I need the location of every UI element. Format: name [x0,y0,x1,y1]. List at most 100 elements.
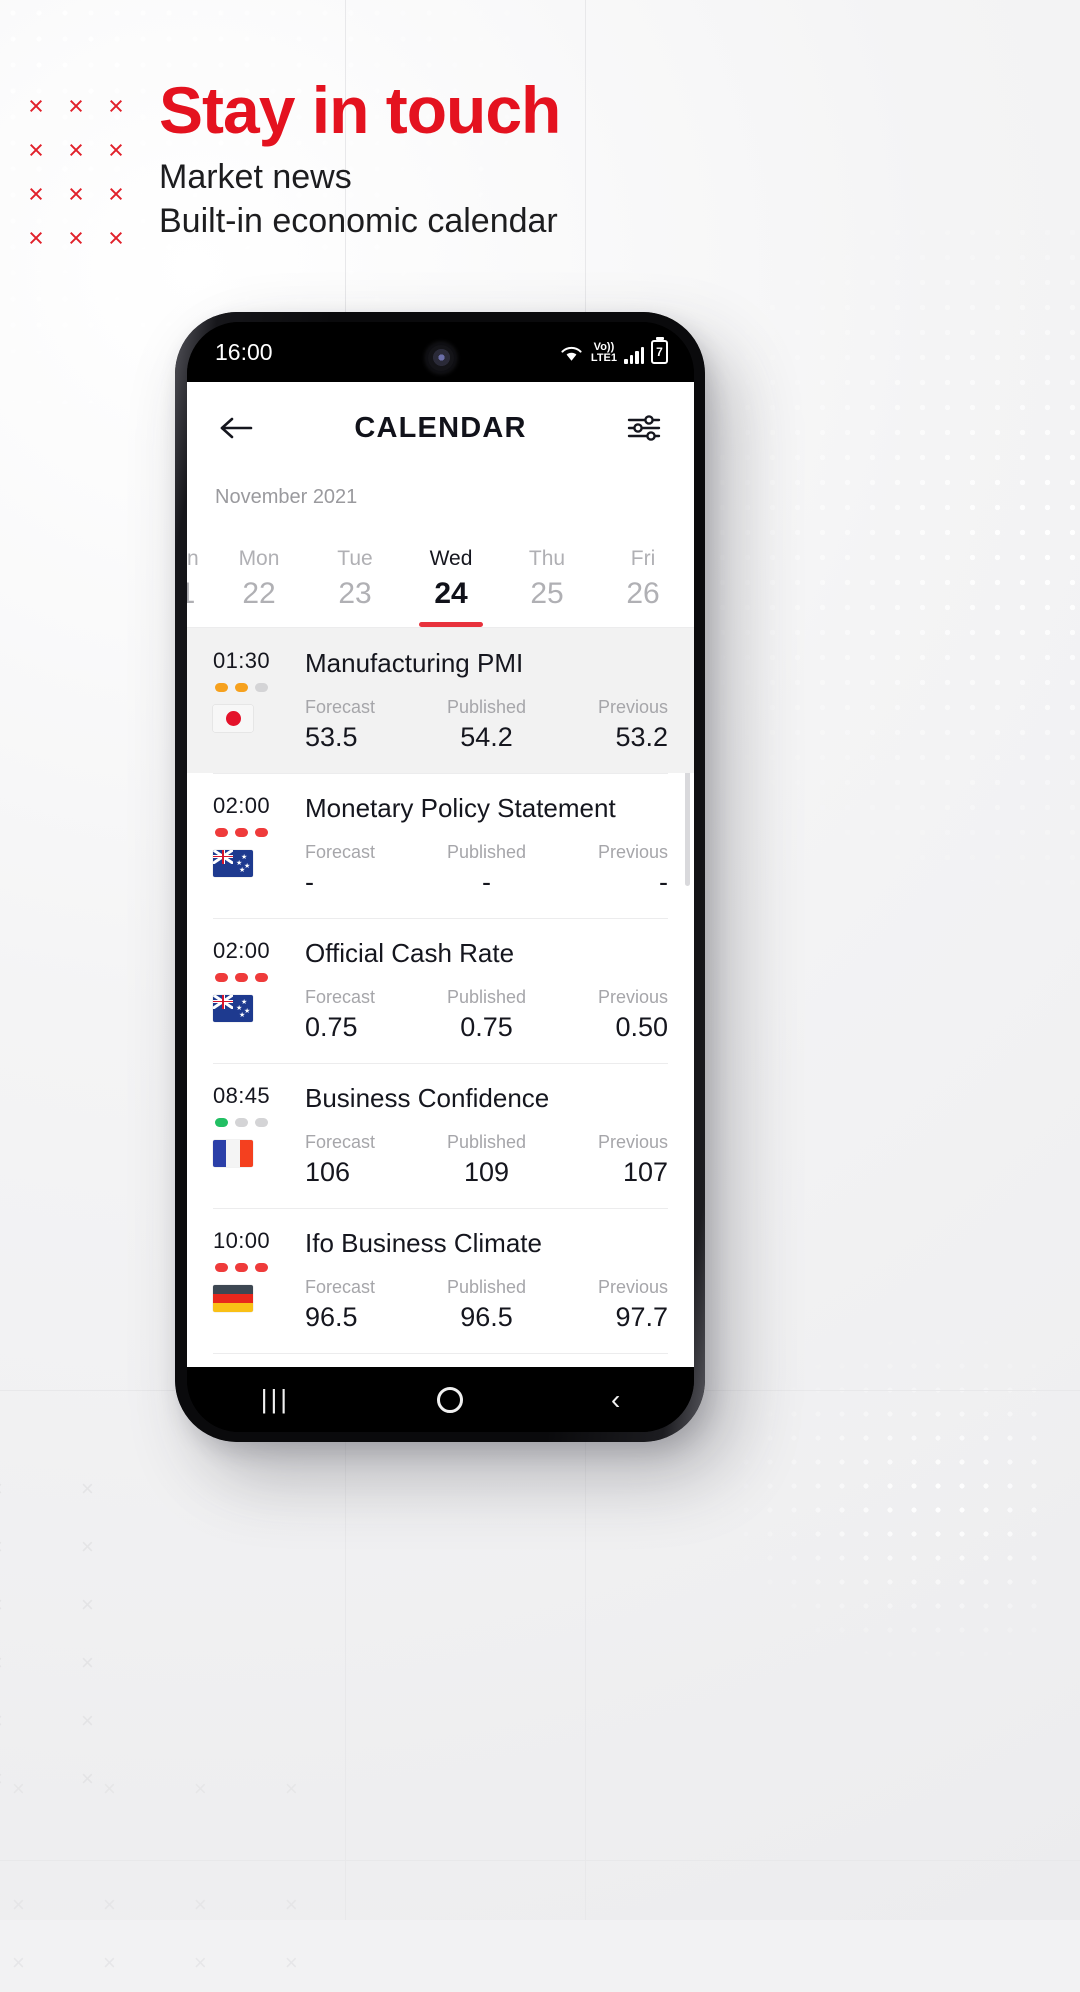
event-time: 01:30 [213,648,271,673]
event-row[interactable]: 08:45 Business Confidence Forecast 106 P… [187,1063,694,1208]
phone-screen: 16:00 Vo)) LTE1 7 CALENDAR November 2021… [187,322,694,1432]
previous-value: 107 [622,1157,668,1187]
wifi-icon [561,346,582,361]
previous-value: 97.7 [615,1302,668,1332]
x-icon: × [68,134,84,165]
promo-subtitle-market-news: Market news [159,158,352,196]
x-pattern-bottom: × × × × × × × × × × × × [12,1776,1080,1975]
calendar-day[interactable]: Fri 26 [595,547,691,627]
event-row[interactable]: 01:30 Manufacturing PMI Forecast 53.5 Pu… [187,628,694,773]
published-value: 96.5 [460,1302,513,1332]
day-of-week: Tue [337,547,373,570]
battery-icon: 7 [651,340,668,364]
published-value: 54.2 [460,722,513,752]
x-icon: × [28,134,44,165]
impact-indicator [215,973,293,982]
calendar-day[interactable]: S 2 [691,547,694,627]
calendar-day-strip[interactable]: un 1 Mon 22 Tue 23 Wed 24 Thu 25 [187,517,694,627]
day-of-week: Wed [429,547,473,570]
event-row[interactable]: 10:00 Ifo Business Climate Forecast 96.5 [187,1208,694,1353]
event-time: 02:00 [213,938,271,963]
flag-japan-icon [213,705,253,732]
published-cell: Published - [426,842,547,898]
battery-level-text: 7 [656,345,663,359]
day-of-week: Fri [630,547,656,570]
flag-germany-icon [213,1285,253,1312]
front-camera-icon [427,345,454,371]
published-label: Published [446,842,527,862]
forecast-label: Forecast [305,987,376,1007]
flag-france-icon [213,1140,253,1167]
published-cell: Published 0.75 [426,987,547,1043]
previous-label: Previous [597,987,668,1007]
day-number: 22 [242,577,276,610]
x-icon: × [68,178,84,209]
event-values: Forecast 0.75 Published 0.75 Previous 0.… [305,987,668,1043]
event-title: Official Cash Rate [305,938,515,968]
published-label: Published [446,1277,527,1297]
filter-button[interactable] [622,406,666,450]
day-of-week: Mon [238,547,280,570]
event-body: Manufacturing PMI Forecast 53.5 Publishe… [293,648,668,753]
published-cell: Published 54.2 [426,697,547,753]
forecast-value: - [305,867,314,897]
published-value: 109 [463,1157,510,1187]
event-body: Business Confidence Forecast 106 Publish… [293,1083,668,1188]
nav-back-button[interactable]: ‹ [611,1384,620,1416]
forecast-cell: Forecast - [305,842,426,898]
x-icon: × [108,134,124,165]
event-list[interactable]: 01:30 Manufacturing PMI Forecast 53.5 Pu… [187,628,694,1367]
event-row[interactable]: 12:00 CBI Factory Orders Index Forecast … [187,1353,694,1367]
day-of-week: Thu [528,547,566,570]
previous-cell: Previous - [547,842,668,898]
previous-label: Previous [597,1132,668,1152]
calendar-day[interactable]: Mon 22 [211,547,307,627]
arrow-left-icon [220,417,253,439]
home-button[interactable] [437,1386,464,1413]
phone-device: 16:00 Vo)) LTE1 7 CALENDAR November 2021… [175,312,705,1442]
calendar-day[interactable]: un 1 [187,547,211,627]
event-time: 10:00 [213,1228,271,1253]
event-body: Ifo Business Climate Forecast 96.5 Publi… [293,1228,668,1333]
event-values: Forecast - Published - Previous - [305,842,668,898]
calendar-day-selected[interactable]: Wed 24 [403,547,499,627]
event-meta: 08:45 [213,1083,293,1188]
forecast-value: 106 [305,1157,351,1187]
x-icon: × [108,178,124,209]
flag-new-zealand-icon: ★ ★ ★ ★ [213,995,253,1022]
forecast-cell: Forecast 0.75 [305,987,426,1043]
x-pattern-headline: × × × × × × × × × × × × [16,84,136,260]
forecast-label: Forecast [305,1277,376,1297]
day-of-week: S [691,547,694,571]
day-number: 24 [434,577,468,610]
event-values: Forecast 106 Published 109 Previous 107 [305,1132,668,1188]
event-time: 02:00 [213,793,271,818]
back-button[interactable] [215,406,259,450]
published-label: Published [446,987,527,1007]
android-nav-bar[interactable]: ||| ‹ [187,1367,694,1432]
status-time: 16:00 [215,338,273,365]
forecast-value: 96.5 [305,1302,358,1332]
event-row[interactable]: 02:00 ★ ★ ★ ★ Monetary Policy Statement For… [187,773,694,918]
impact-indicator [215,1118,293,1127]
x-pattern-bottom-left: × × × × × × × × × × × × [0,1476,130,1791]
event-row[interactable]: 02:00 ★ ★ ★ ★ Official Cash Rate Forecast [187,918,694,1063]
event-title: Ifo Business Climate [305,1228,542,1258]
impact-indicator [215,828,293,837]
signal-strength-icon [624,347,644,364]
calendar-day[interactable]: Tue 23 [307,547,403,627]
page-title: CALENDAR [354,411,527,444]
day-number: 25 [530,577,564,610]
published-label: Published [446,1132,527,1152]
flag-new-zealand-icon: ★ ★ ★ ★ [213,850,253,877]
calendar-day[interactable]: Thu 25 [499,547,595,627]
forecast-value: 53.5 [305,722,358,752]
impact-indicator [215,683,293,692]
dot-pattern-bottom-right [710,1330,1040,1670]
status-bar: 16:00 Vo)) LTE1 7 [187,322,694,382]
event-meta: 02:00 ★ ★ ★ ★ [213,938,293,1043]
filter-sliders-icon [627,415,661,441]
published-label: Published [446,697,527,717]
recents-button[interactable]: ||| [261,1384,290,1415]
event-title: Monetary Policy Statement [305,793,616,823]
